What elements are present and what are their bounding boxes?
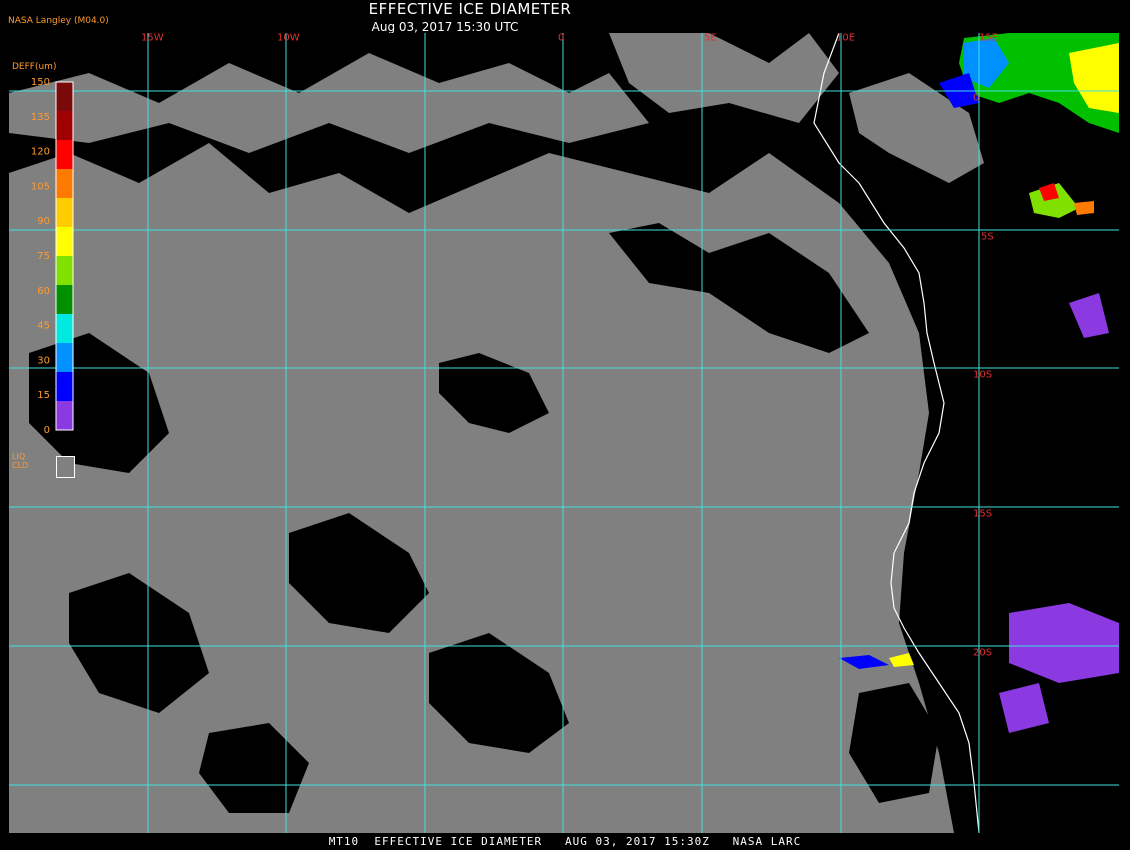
color-legend: 1501351201059075604530150 (31, 78, 74, 436)
legend-swatch (56, 169, 73, 199)
map-title: EFFECTIVE ICE DIAMETER (368, 0, 572, 18)
legend-swatch (56, 227, 73, 257)
lon-label-5e: 5E (704, 33, 717, 43)
legend-tick-label: 135 (31, 112, 50, 123)
liquid-cloud-label-line2: CLD (12, 461, 29, 470)
lat-label-10s: 10S (973, 369, 992, 380)
satellite-map: 15W 10W 0 5E 10E 15E 0 5S 10S 15S 20S (9, 33, 1119, 833)
liquid-cloud-swatch (56, 456, 75, 478)
legend-tick-label: 60 (37, 286, 50, 297)
lon-label-10w: 10W (277, 33, 300, 43)
legend-swatch (56, 111, 73, 141)
legend-tick-label: 30 (37, 355, 50, 366)
agency-label: NASA Langley (M04.0) (8, 16, 109, 26)
map-subtitle: Aug 03, 2017 15:30 UTC (371, 20, 519, 34)
legend-tick-label: 0 (44, 425, 50, 436)
lat-label-0: 0 (973, 92, 979, 103)
legend-swatch (56, 401, 73, 431)
legend-swatch (56, 343, 73, 373)
legend-tick-label: 105 (31, 181, 50, 192)
legend-swatch (56, 140, 73, 170)
legend-swatch (56, 198, 73, 228)
legend-tick-label: 15 (37, 390, 50, 401)
lon-label-15w: 15W (141, 33, 164, 43)
legend-swatch (56, 82, 73, 112)
lat-label-5s: 5S (981, 231, 994, 242)
legend-swatch (56, 256, 73, 286)
liquid-cloud-label-line1: LIQ (12, 452, 26, 461)
legend-tick-label: 150 (31, 78, 50, 88)
lat-label-15s: 15S (973, 508, 992, 519)
legend-swatch (56, 285, 73, 315)
legend-swatch (56, 372, 73, 402)
legend-tick-label: 75 (37, 251, 50, 262)
lon-label-0: 0 (558, 33, 564, 43)
legend-tick-label: 120 (31, 147, 50, 158)
lon-label-15e: 15E (979, 33, 998, 43)
liquid-cloud-label: LIQ CLD (12, 452, 28, 470)
legend-tick-label: 90 (37, 216, 50, 227)
footer-caption: MT10 EFFECTIVE ICE DIAMETER AUG 03, 2017… (328, 835, 802, 848)
legend-swatch (56, 314, 73, 344)
lon-label-10e: 10E (836, 33, 855, 43)
lat-label-20s: 20S (973, 647, 992, 658)
legend-tick-label: 45 (37, 321, 50, 332)
legend-title: DEFF(um) (12, 62, 57, 72)
